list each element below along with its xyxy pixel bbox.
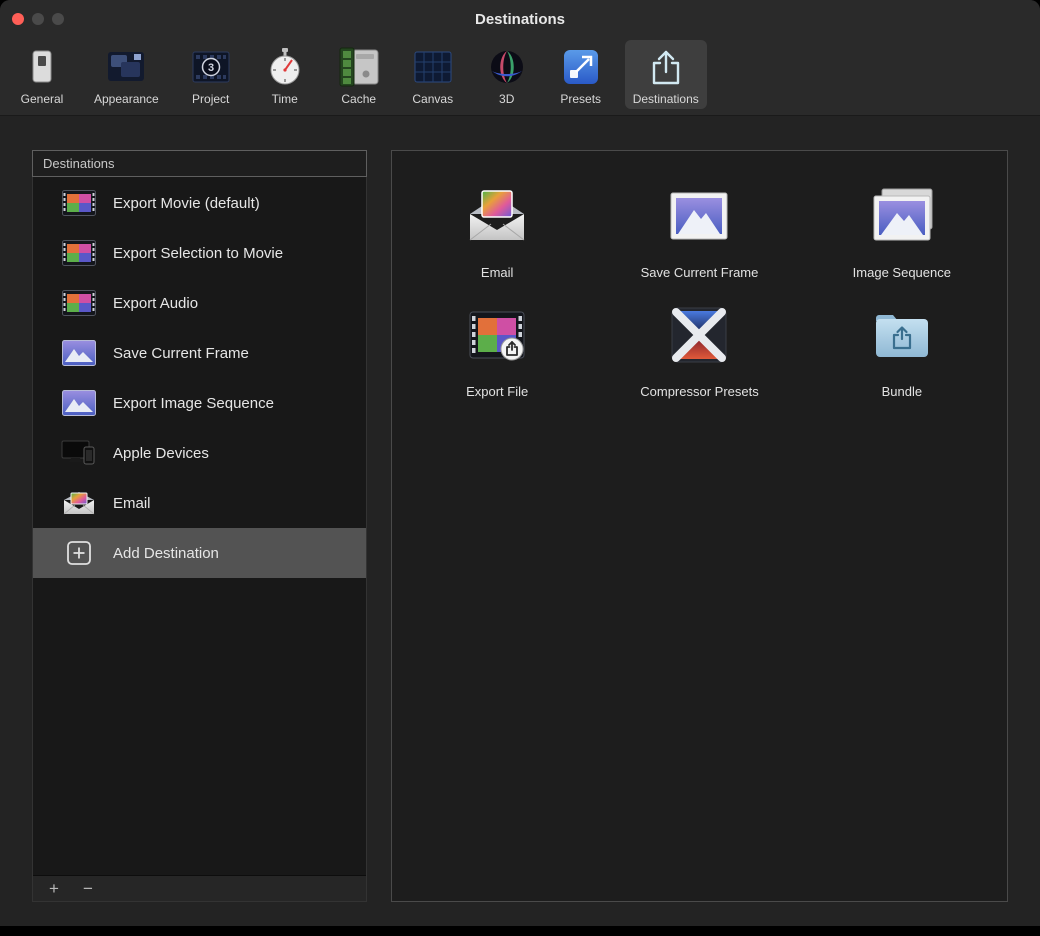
cache-icon [337, 45, 381, 89]
general-icon [20, 45, 64, 89]
toolbar-item-3d[interactable]: 3D [477, 40, 537, 109]
destination-grid: Email Save Current Frame [396, 177, 1003, 399]
list-item-export-audio[interactable]: Export Audio [33, 278, 366, 328]
title-bar: Destinations [0, 0, 1040, 38]
window-title: Destinations [0, 11, 1040, 28]
list-item-export-movie[interactable]: Export Movie (default) [33, 178, 366, 228]
list-item-label: Save Current Frame [113, 345, 249, 362]
grid-item-save-current-frame[interactable]: Save Current Frame [598, 177, 800, 280]
share-folder-icon [870, 296, 934, 374]
appearance-icon [104, 45, 148, 89]
grid-item-label: Image Sequence [853, 265, 951, 280]
list-item-export-selection[interactable]: Export Selection to Movie [33, 228, 366, 278]
sidebar-footer: + − [33, 875, 366, 901]
toolbar-item-canvas[interactable]: Canvas [403, 40, 463, 109]
project-icon: 3 [189, 45, 233, 89]
3d-sphere-icon [485, 45, 529, 89]
grid-item-export-file[interactable]: Export File [396, 296, 598, 399]
preferences-window: Destinations General Appearance [0, 0, 1040, 926]
destinations-sidebar: Destinations Export Movie (default) [32, 150, 367, 902]
list-item-export-image-sequence[interactable]: Export Image Sequence [33, 378, 366, 428]
remove-button[interactable]: − [79, 880, 97, 897]
list-item-label: Export Image Sequence [113, 395, 274, 412]
list-item-add-destination[interactable]: Add Destination [33, 528, 366, 578]
envelope-icon [61, 489, 97, 517]
image-icon [61, 389, 97, 417]
toolbar-label: Appearance [94, 92, 159, 106]
svg-text:3: 3 [208, 62, 214, 74]
toolbar-label: Time [272, 92, 298, 106]
toolbar-item-general[interactable]: General [12, 40, 72, 109]
sidebar-header: Destinations [32, 150, 367, 177]
window-bottom-edge [0, 926, 1040, 936]
toolbar-item-time[interactable]: Time [255, 40, 315, 109]
add-button[interactable]: + [45, 880, 63, 897]
toolbar-label: Destinations [633, 92, 699, 106]
canvas-icon [411, 45, 455, 89]
list-item-label: Export Selection to Movie [113, 245, 283, 262]
add-destination-panel: Email Save Current Frame [391, 150, 1008, 902]
grid-item-bundle[interactable]: Bundle [801, 296, 1003, 399]
grid-item-compressor-presets[interactable]: Compressor Presets [598, 296, 800, 399]
compressor-box-icon [667, 296, 731, 374]
toolbar-label: Cache [341, 92, 376, 106]
grid-item-label: Export File [466, 384, 528, 399]
grid-item-image-sequence[interactable]: Image Sequence [801, 177, 1003, 280]
list-item-save-current-frame[interactable]: Save Current Frame [33, 328, 366, 378]
devices-icon [61, 439, 97, 467]
list-item-label: Apple Devices [113, 445, 209, 462]
film-icon [61, 289, 97, 317]
toolbar-label: General [21, 92, 64, 106]
list-item-label: Email [113, 495, 151, 512]
toolbar-label: 3D [499, 92, 514, 106]
list-item-label: Export Audio [113, 295, 198, 312]
preferences-toolbar: General Appearance [0, 38, 1040, 116]
toolbar-label: Presets [560, 92, 601, 106]
film-share-icon [465, 296, 529, 374]
list-item-email[interactable]: Email [33, 478, 366, 528]
email-envelope-icon [463, 177, 531, 255]
share-icon [644, 45, 688, 89]
grid-item-label: Save Current Frame [641, 265, 759, 280]
toolbar-item-appearance[interactable]: Appearance [86, 40, 167, 109]
list-item-apple-devices[interactable]: Apple Devices [33, 428, 366, 478]
toolbar-item-presets[interactable]: Presets [551, 40, 611, 109]
stopwatch-icon [263, 45, 307, 89]
film-icon [61, 239, 97, 267]
grid-item-label: Email [481, 265, 514, 280]
image-stack-icon [870, 177, 934, 255]
image-icon [61, 339, 97, 367]
toolbar-item-destinations[interactable]: Destinations [625, 40, 707, 109]
grid-item-label: Bundle [882, 384, 922, 399]
toolbar-label: Project [192, 92, 229, 106]
grid-item-label: Compressor Presets [640, 384, 758, 399]
grid-item-email[interactable]: Email [396, 177, 598, 280]
destinations-pane: Destinations Export Movie (default) [0, 116, 1040, 926]
list-item-label: Export Movie (default) [113, 195, 260, 212]
framed-image-icon [667, 177, 731, 255]
destinations-list: Export Movie (default) Export Selection … [33, 176, 366, 875]
toolbar-item-cache[interactable]: Cache [329, 40, 389, 109]
toolbar-label: Canvas [412, 92, 453, 106]
plus-box-icon [61, 539, 97, 567]
list-item-label: Add Destination [113, 545, 219, 562]
presets-icon [559, 45, 603, 89]
toolbar-item-project[interactable]: 3 Project [181, 40, 241, 109]
film-icon [61, 189, 97, 217]
